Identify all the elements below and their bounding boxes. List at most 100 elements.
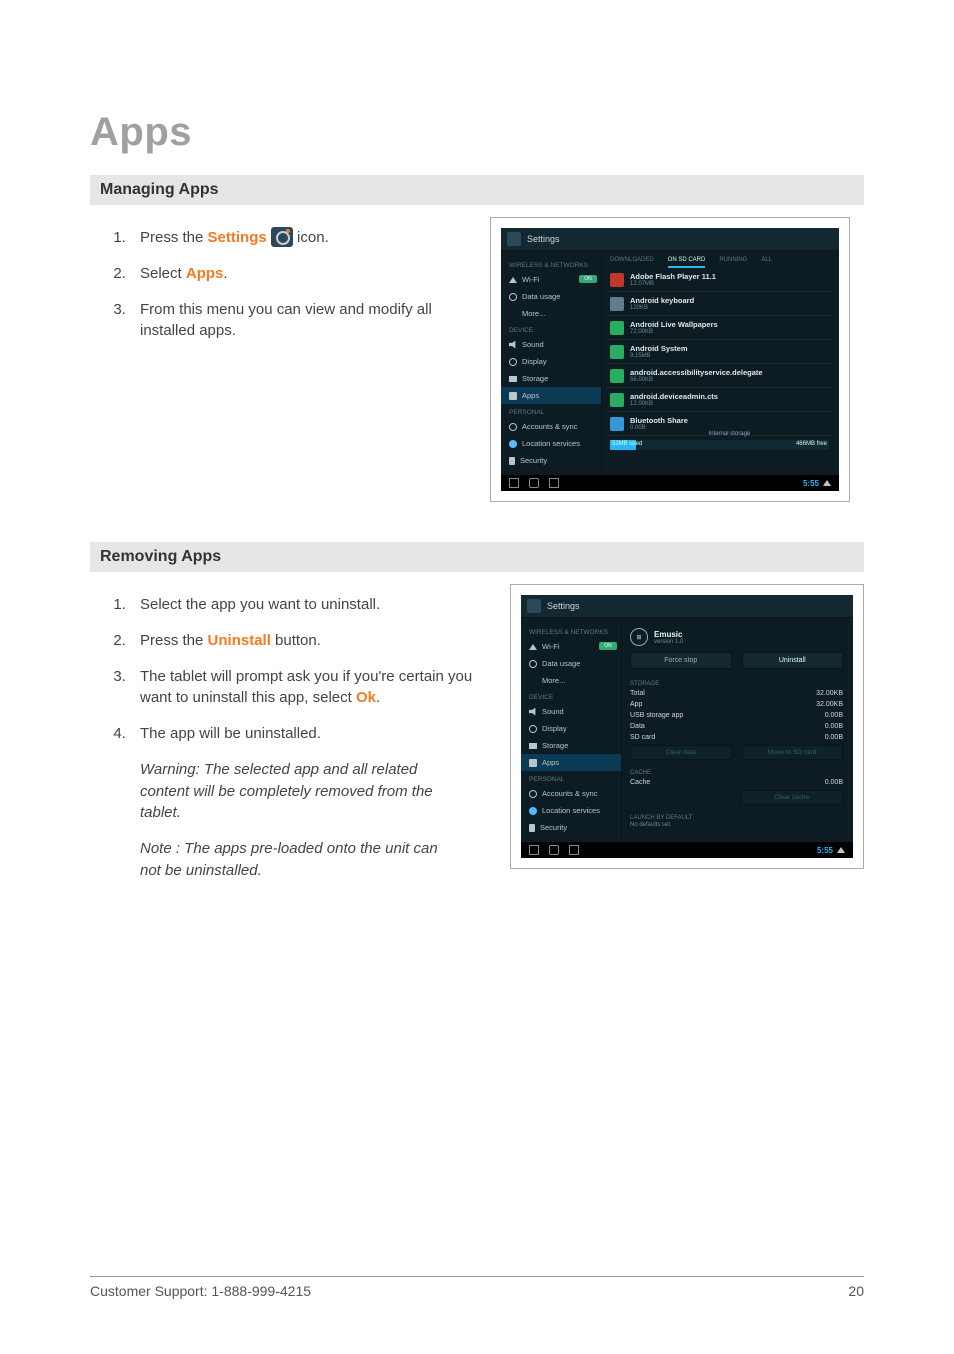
app-row[interactable]: Android keyboard120KB	[606, 292, 833, 316]
clear-data-button[interactable]: Clear data	[630, 745, 732, 760]
sidebar-item-accounts[interactable]: Accounts & sync	[501, 418, 601, 435]
kv-val: 0.00B	[825, 779, 843, 786]
settings-keyword: Settings	[208, 229, 267, 246]
label: Sound	[542, 707, 564, 716]
label: Data usage	[542, 659, 580, 668]
lock-icon	[529, 824, 535, 832]
screenshot-title: Settings	[547, 601, 580, 611]
app-name: Android Live Wallpapers	[630, 320, 718, 329]
label: More...	[542, 676, 565, 685]
sidebar-item-security[interactable]: Security	[501, 452, 601, 469]
app-size: 9.15MB	[630, 353, 688, 359]
app-icon	[610, 417, 624, 431]
uninstall-button[interactable]: Uninstall	[742, 652, 844, 669]
warning-note: Warning: The selected app and all relate…	[140, 759, 440, 824]
storage-label: Internal storage	[709, 431, 751, 437]
clear-cache-button[interactable]: Clear cache	[741, 790, 844, 805]
sidebar-item-more[interactable]: More...	[521, 672, 621, 689]
sidebar-item-security[interactable]: Security	[521, 819, 621, 836]
sidebar-item-data[interactable]: Data usage	[521, 655, 621, 672]
cache-heading: CACHE	[626, 766, 847, 777]
sidebar-item-data[interactable]: Data usage	[501, 288, 601, 305]
app-row[interactable]: Adobe Flash Player 11.112.07MB	[606, 268, 833, 292]
sidebar-item-more[interactable]: More...	[501, 305, 601, 322]
sidebar-item-storage[interactable]: Storage	[521, 737, 621, 754]
home-icon[interactable]	[529, 478, 539, 488]
removing-steps: Select the app you want to uninstall. Pr…	[90, 594, 490, 745]
app-size: 12.00KB	[630, 401, 718, 407]
wifi-toggle[interactable]: ON	[599, 642, 617, 650]
app-size: 0.00B	[630, 425, 688, 431]
app-row[interactable]: Android System9.15MB	[606, 340, 833, 364]
settings-icon	[271, 227, 293, 247]
storage-heading: STORAGE	[626, 677, 847, 688]
footer-support: Customer Support: 1-888-999-4215	[90, 1283, 311, 1299]
wifi-status-icon	[837, 847, 845, 853]
kv-val: 0.00B	[825, 723, 843, 730]
sidebar-cat: WIRELESS & NETWORKS	[521, 624, 621, 638]
sidebar-item-wifi[interactable]: Wi-Fi ON	[521, 638, 621, 655]
sidebar-item-display[interactable]: Display	[501, 353, 601, 370]
section-header-managing: Managing Apps	[90, 175, 864, 205]
managing-step-3: From this menu you can view and modify a…	[130, 299, 470, 343]
preloaded-note: Note : The apps pre-loaded onto the unit…	[140, 838, 440, 882]
back-icon[interactable]	[509, 478, 519, 488]
wifi-toggle[interactable]: ON	[579, 275, 597, 283]
step-text: button.	[271, 632, 321, 649]
wifi-icon	[509, 277, 517, 283]
sync-icon	[529, 790, 537, 798]
settings-sidebar: WIRELESS & NETWORKS Wi-FiON Data usage M…	[501, 251, 601, 475]
sidebar-item-location[interactable]: Location services	[501, 435, 601, 452]
kv-key: Data	[630, 723, 645, 730]
label: Apps	[522, 391, 539, 400]
label: Data usage	[522, 292, 560, 301]
lock-icon	[509, 457, 515, 465]
tab-downloaded[interactable]: DOWNLOADED	[610, 257, 654, 268]
app-size: 12.07MB	[630, 281, 716, 287]
sidebar-item-storage[interactable]: Storage	[501, 370, 601, 387]
step-text: icon.	[293, 229, 329, 246]
clock: 5:55	[817, 846, 833, 855]
step-text: Select	[140, 265, 186, 282]
recent-icon[interactable]	[569, 845, 579, 855]
sidebar-cat: WIRELESS & NETWORKS	[501, 257, 601, 271]
tab-all[interactable]: ALL	[761, 257, 772, 268]
sidebar-item-location[interactable]: Location services	[521, 802, 621, 819]
app-name: Adobe Flash Player 11.1	[630, 272, 716, 281]
storage-bar: 53MB used Internal storage 466MB free	[610, 440, 829, 450]
sidebar-item-wifi[interactable]: Wi-FiON	[501, 271, 601, 288]
recent-icon[interactable]	[549, 478, 559, 488]
back-icon[interactable]	[529, 845, 539, 855]
sidebar-cat: DEVICE	[521, 689, 621, 703]
kv-key: Cache	[630, 779, 650, 786]
sidebar-item-display[interactable]: Display	[521, 720, 621, 737]
sidebar-item-apps[interactable]: Apps	[501, 387, 601, 404]
app-row[interactable]: android.accessibilityservice.delegate56.…	[606, 364, 833, 388]
sidebar-item-apps[interactable]: Apps	[521, 754, 621, 771]
move-sd-button[interactable]: Move to SD card	[742, 745, 844, 760]
tab-running[interactable]: RUNNING	[719, 257, 747, 268]
label: Storage	[542, 741, 568, 750]
apps-icon	[529, 759, 537, 767]
app-size: 72.00KB	[630, 329, 718, 335]
step-text: .	[376, 689, 380, 706]
uninstall-keyword: Uninstall	[208, 632, 271, 649]
kv-val: 0.00B	[825, 712, 843, 719]
sidebar-item-sound[interactable]: Sound	[501, 336, 601, 353]
launch-heading: LAUNCH BY DEFAULT	[626, 811, 847, 822]
force-stop-button[interactable]: Force stop	[630, 652, 732, 669]
sidebar-item-accounts[interactable]: Accounts & sync	[521, 785, 621, 802]
label: Wi-Fi	[542, 642, 560, 651]
kv-key: App	[630, 701, 642, 708]
sidebar-item-sound[interactable]: Sound	[521, 703, 621, 720]
app-row[interactable]: Android Live Wallpapers72.00KB	[606, 316, 833, 340]
home-icon[interactable]	[549, 845, 559, 855]
system-navbar: 5:55	[521, 842, 853, 858]
apps-icon	[509, 392, 517, 400]
app-detail-name: Emusic	[654, 630, 683, 639]
label: Security	[540, 823, 567, 832]
tab-sdcard[interactable]: ON SD CARD	[668, 257, 706, 268]
display-icon	[529, 725, 537, 733]
settings-sidebar: WIRELESS & NETWORKS Wi-Fi ON Data usage M…	[521, 618, 621, 842]
app-row[interactable]: android.deviceadmin.cts12.00KB	[606, 388, 833, 412]
